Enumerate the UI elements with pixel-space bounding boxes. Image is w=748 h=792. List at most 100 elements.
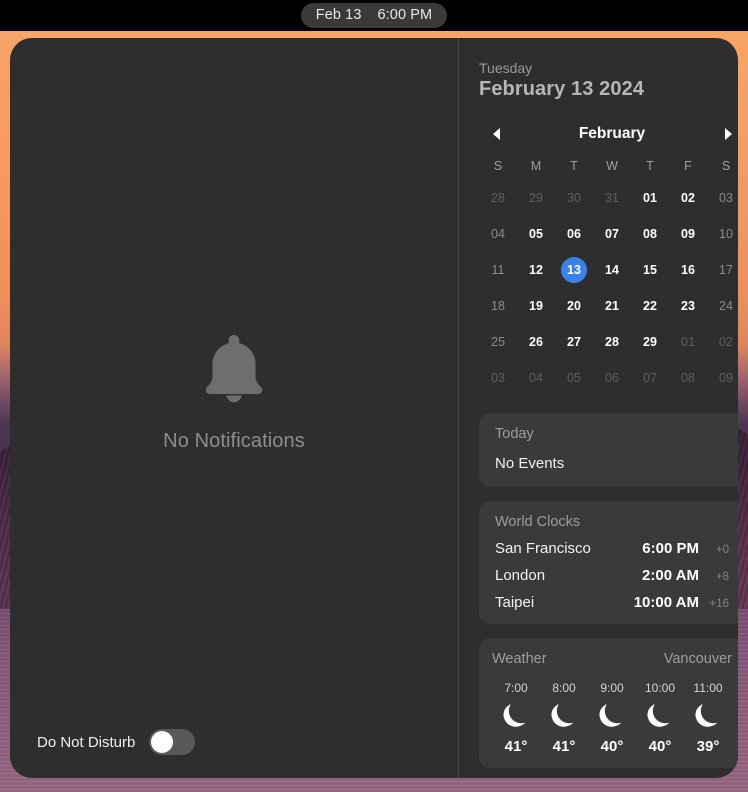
world-clocks-title: World Clocks <box>495 514 581 530</box>
calendar-day[interactable]: 09 <box>707 365 738 391</box>
calendar-day[interactable]: 05 <box>517 221 555 247</box>
weather-hour-temp: 40° <box>648 738 672 755</box>
weekday-label: Tuesday <box>479 60 533 76</box>
calendar-day-number: 11 <box>491 263 505 277</box>
calendar-day-number: 13 <box>561 257 587 283</box>
calendar-day[interactable]: 07 <box>631 365 669 391</box>
calendar-day-number: 07 <box>605 227 619 241</box>
weather-hour-column: 10:00 40° <box>636 681 684 755</box>
today-events-text: No Events <box>495 455 565 472</box>
calendar-day-number: 20 <box>567 299 581 313</box>
calendar-day[interactable]: 04 <box>517 365 555 391</box>
calendar-day[interactable]: 27 <box>555 329 593 355</box>
calendar-header: February <box>479 125 738 143</box>
world-clock-city: Taipei <box>495 594 535 611</box>
weather-hour-time: 8:00 <box>552 681 576 695</box>
world-clock-offset: +8 <box>715 571 729 583</box>
menubar-clock-pill[interactable]: Feb 13 6:00 PM <box>300 3 448 28</box>
calendar-day[interactable]: 09 <box>669 221 707 247</box>
calendar-day-selected[interactable]: 13 <box>555 257 593 283</box>
weather-hour-time: 7:00 <box>504 681 528 695</box>
do-not-disturb-toggle[interactable] <box>149 729 196 755</box>
calendar-day-number: 06 <box>567 227 581 241</box>
calendar-day[interactable]: 05 <box>555 365 593 391</box>
calendar-day-number: 18 <box>491 299 505 313</box>
calendar-day[interactable]: 14 <box>593 257 631 283</box>
calendar-day[interactable]: 18 <box>479 293 517 319</box>
calendar-day[interactable]: 08 <box>669 365 707 391</box>
full-date-label: February 13 2024 <box>479 78 645 100</box>
calendar-day-number: 01 <box>643 191 657 205</box>
calendar-day-number: 01 <box>681 335 695 349</box>
chevron-left-icon[interactable] <box>487 125 505 143</box>
calendar-day[interactable]: 12 <box>517 257 555 283</box>
calendar-day[interactable]: 24 <box>707 293 738 319</box>
weather-city-label: Vancouver <box>663 651 732 667</box>
calendar-day-number: 04 <box>491 227 505 241</box>
calendar-day[interactable]: 25 <box>479 329 517 355</box>
notification-center-panel: No Notifications Do Not Disturb Tuesday … <box>10 38 738 778</box>
calendar-day[interactable]: 20 <box>555 293 593 319</box>
calendar-day[interactable]: 17 <box>707 257 738 283</box>
calendar-day[interactable]: 15 <box>631 257 669 283</box>
weather-hour-column: 9:00 40° <box>588 681 636 755</box>
calendar-day[interactable]: 28 <box>593 329 631 355</box>
bell-icon <box>202 331 266 410</box>
crescent-moon-icon <box>501 702 531 732</box>
calendar-day-number: 27 <box>567 335 581 349</box>
world-clock-time: 2:00 AM <box>642 567 699 584</box>
calendar-day-number: 29 <box>529 191 543 205</box>
no-notifications-label: No Notifications <box>163 430 305 452</box>
calendar-day-number: 05 <box>529 227 543 241</box>
calendar-weekday-header: S <box>493 159 503 173</box>
calendar-day-number: 28 <box>491 191 505 205</box>
world-clock-row: San Francisco 6:00 PM +0 <box>495 540 729 557</box>
calendar-day[interactable]: 10 <box>707 221 738 247</box>
chevron-right-icon[interactable] <box>719 125 737 143</box>
no-notifications-placeholder: No Notifications <box>10 38 458 762</box>
calendar-day[interactable]: 30 <box>555 185 593 211</box>
calendar-grid: S M T W T F S 28 29 30 31 01 02 03 04 05 06 07 08 09 10 11 12 1… <box>479 157 738 391</box>
today-events-card: Today No Events <box>479 413 738 487</box>
crescent-moon-icon <box>693 702 723 732</box>
calendar-day-number: 02 <box>681 191 695 205</box>
calendar-day[interactable]: 29 <box>631 329 669 355</box>
calendar-day[interactable]: 01 <box>669 329 707 355</box>
calendar-day[interactable]: 03 <box>707 185 738 211</box>
calendar-day[interactable]: 21 <box>593 293 631 319</box>
calendar-day[interactable]: 11 <box>479 257 517 283</box>
calendar-day[interactable]: 31 <box>593 185 631 211</box>
calendar-day[interactable]: 06 <box>555 221 593 247</box>
world-clock-city: San Francisco <box>495 540 591 557</box>
calendar-day[interactable]: 03 <box>479 365 517 391</box>
calendar-day[interactable]: 23 <box>669 293 707 319</box>
crescent-moon-icon <box>597 702 627 732</box>
world-clock-offset: +16 <box>709 598 729 610</box>
calendar-day[interactable]: 07 <box>593 221 631 247</box>
calendar-day[interactable]: 02 <box>707 329 738 355</box>
calendar-day-number: 23 <box>681 299 695 313</box>
calendar-day[interactable]: 02 <box>669 185 707 211</box>
calendar-day[interactable]: 19 <box>517 293 555 319</box>
calendar-day[interactable]: 28 <box>479 185 517 211</box>
crescent-moon-icon <box>549 702 579 732</box>
calendar-day[interactable]: 22 <box>631 293 669 319</box>
toggle-knob <box>151 731 174 753</box>
weather-hourly-forecast: 7:00 41° 8:00 41° 9:00 40° 10:00 40° 11:00 39° <box>492 681 732 755</box>
calendar-day-number: 22 <box>643 299 657 313</box>
calendar-day-number: 25 <box>491 335 505 349</box>
weather-hour-temp: 41° <box>504 738 528 755</box>
calendar-day[interactable]: 01 <box>631 185 669 211</box>
calendar-day[interactable]: 06 <box>593 365 631 391</box>
calendar-day-number: 08 <box>643 227 657 241</box>
calendar-day[interactable]: 26 <box>517 329 555 355</box>
calendar-day[interactable]: 29 <box>517 185 555 211</box>
calendar-day[interactable]: 08 <box>631 221 669 247</box>
calendar-day[interactable]: 16 <box>669 257 707 283</box>
calendar-day[interactable]: 04 <box>479 221 517 247</box>
menu-bar: Feb 13 6:00 PM <box>0 0 748 31</box>
do-not-disturb-label: Do Not Disturb <box>37 733 136 751</box>
menubar-time: 6:00 PM <box>377 7 433 23</box>
calendar-month-label: February <box>578 125 646 142</box>
calendar-day-number: 21 <box>605 299 619 313</box>
